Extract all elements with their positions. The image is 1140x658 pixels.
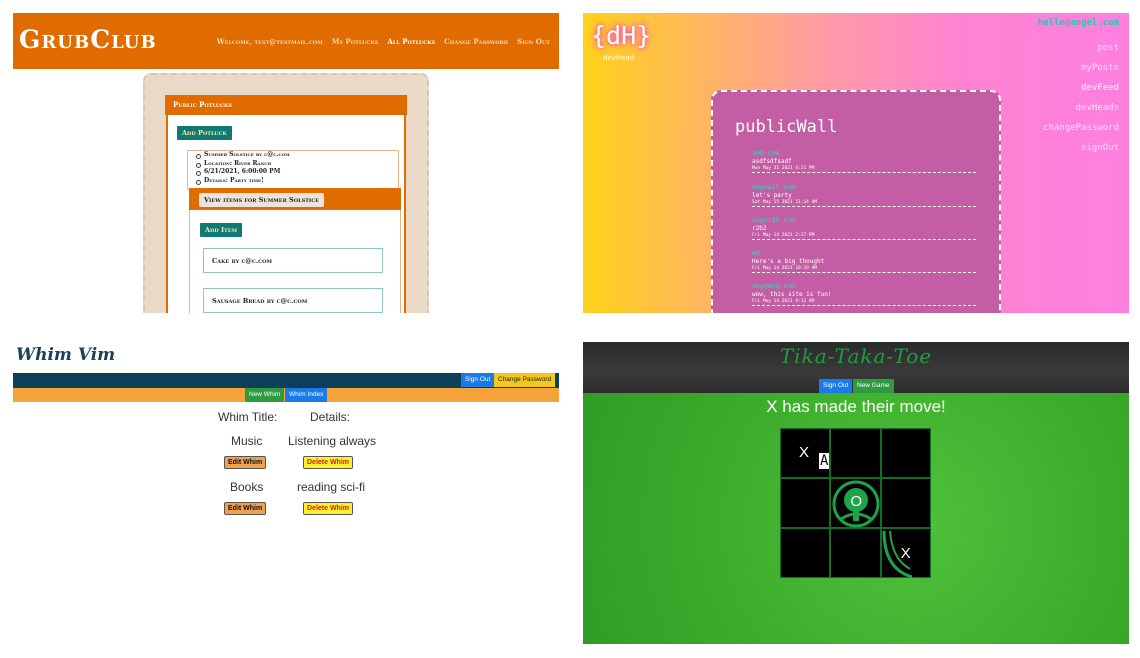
potluck-name: Summer Solstice by c@c.com bbox=[188, 151, 398, 160]
menu-change-password[interactable]: changePassword bbox=[1043, 118, 1119, 138]
nav-all-potlucks[interactable]: All Potlucks bbox=[387, 37, 435, 46]
whimvim-title[interactable]: Whim Vim bbox=[16, 345, 115, 365]
top-navbar: Sign Out Change Password bbox=[13, 373, 559, 388]
edit-whim-button[interactable]: Edit Whim bbox=[224, 502, 267, 515]
delete-whim-button[interactable]: Delete Whim bbox=[303, 456, 354, 469]
post-author[interactable]: m@ bbox=[752, 249, 976, 258]
post-date: Fri May 14 2021 9:12 AM bbox=[752, 299, 815, 304]
post-date: Fri May 14 2021 2:27 PM bbox=[752, 233, 815, 238]
whim-details: Listening always bbox=[288, 434, 377, 448]
whim-title: Music bbox=[231, 434, 263, 448]
public-wall-title: publicWall bbox=[735, 117, 838, 137]
board-square-1[interactable]: X A bbox=[780, 428, 831, 478]
post-text: let's party bbox=[752, 192, 792, 199]
wall-post: dog@dog.com wow, this site is fun! Fri M… bbox=[752, 282, 976, 306]
menu-dev-feed[interactable]: devFeed bbox=[1043, 78, 1119, 98]
sub-navbar: New Whim Whim Index bbox=[13, 388, 559, 402]
game-title: Tika-Taka-Toe bbox=[779, 344, 933, 368]
wall-post: m@ Here's a big thought Fri May 14 2021 … bbox=[752, 249, 976, 273]
sign-out-button[interactable]: Sign Out bbox=[461, 373, 495, 387]
post-author[interactable]: angel@h.com bbox=[752, 216, 976, 225]
board-square-2[interactable] bbox=[830, 428, 881, 478]
post-text: Here's a big thought bbox=[752, 258, 825, 265]
whimvim-panel: Whim Vim Sign Out Change Password New Wh… bbox=[13, 340, 559, 650]
board-square-9[interactable]: X bbox=[880, 528, 931, 579]
potluck-datetime: 6/21/2021, 6:00:00 PM bbox=[188, 168, 398, 177]
post-text: wow, this site is fun! bbox=[752, 291, 832, 298]
tictactoe-panel: Tika-Taka-Toe Sign Out New Game X has ma… bbox=[583, 342, 1129, 644]
board-square-8[interactable] bbox=[830, 528, 881, 578]
potluck-description: Details: Party time! bbox=[188, 177, 398, 186]
new-game-button[interactable]: New Game bbox=[853, 379, 894, 393]
nav-change-password[interactable]: Change Password bbox=[444, 37, 508, 46]
board-square-5[interactable]: O bbox=[830, 478, 881, 528]
wall-post: h@gmail.com let's party Sat May 15 2021 … bbox=[752, 183, 976, 207]
post-text: asdfsdfsadf bbox=[752, 158, 792, 165]
whim-index-button[interactable]: Whim Index bbox=[285, 388, 328, 402]
nav-welcome: Welcome, test@testmail.com bbox=[216, 37, 323, 46]
menu-sign-out[interactable]: signOut bbox=[1043, 138, 1119, 158]
devhead-logo-subtitle: devHead bbox=[603, 54, 635, 62]
board-square-3[interactable] bbox=[880, 428, 931, 478]
grubclub-header: GrubClub Welcome, test@testmail.com My P… bbox=[13, 13, 559, 69]
view-items-button[interactable]: View items for Summer Solstice bbox=[199, 193, 325, 207]
devhead-logo[interactable]: {dH} bbox=[591, 21, 651, 50]
game-status-message: X has made their move! bbox=[766, 397, 946, 416]
grubclub-panel: GrubClub Welcome, test@testmail.com My P… bbox=[13, 13, 559, 313]
square-mark: X bbox=[900, 545, 911, 562]
edit-whim-button[interactable]: Edit Whim bbox=[224, 456, 267, 469]
post-date: Mon May 31 2021 4:21 PM bbox=[752, 166, 815, 171]
whim-details: reading sci-fi bbox=[297, 480, 366, 494]
add-item-button[interactable]: Add Item bbox=[200, 223, 243, 237]
nav-my-potlucks[interactable]: My Potlucks bbox=[332, 37, 379, 46]
post-author[interactable]: a@b.com bbox=[752, 149, 976, 158]
board-square-6[interactable] bbox=[880, 478, 931, 528]
game-header: Tika-Taka-Toe Sign Out New Game bbox=[583, 342, 1129, 393]
square-mark: X bbox=[799, 444, 810, 461]
post-date: Fri May 14 2021 10:19 AM bbox=[752, 266, 818, 271]
sign-out-button[interactable]: Sign Out bbox=[819, 379, 853, 393]
post-date: Sat May 15 2021 11:14 AM bbox=[752, 200, 818, 205]
grubclub-nav: Welcome, test@testmail.com My Potlucks A… bbox=[217, 37, 550, 46]
potluck-details-list: Summer Solstice by c@c.com Location: Riv… bbox=[187, 150, 399, 190]
devhead-menu: post myPosts devFeed devHeads changePass… bbox=[1043, 38, 1119, 158]
new-whim-button[interactable]: New Whim bbox=[245, 388, 285, 402]
column-header-details: Details: bbox=[310, 410, 351, 424]
whim-title: Books bbox=[230, 480, 264, 494]
menu-dev-heads[interactable]: devHeads bbox=[1043, 98, 1119, 118]
devhead-panel: {dH} devHead hello@angel.com post myPost… bbox=[583, 13, 1129, 313]
app-logo-icon: A bbox=[819, 453, 830, 469]
potluck-card-title: Public Potlucks bbox=[173, 100, 232, 109]
wall-post: a@b.com asdfsdfsadf Mon May 31 2021 4:21… bbox=[752, 149, 976, 173]
delete-whim-button[interactable]: Delete Whim bbox=[303, 502, 354, 515]
add-potluck-button[interactable]: Add Potluck bbox=[177, 126, 232, 140]
nav-sign-out[interactable]: Sign Out bbox=[517, 37, 550, 46]
user-email: hello@angel.com bbox=[1037, 18, 1119, 28]
wall-post: angel@h.com r2b2 Fri May 14 2021 2:27 PM bbox=[752, 216, 976, 240]
square-mark: O bbox=[850, 493, 862, 510]
change-password-button[interactable]: Change Password bbox=[494, 373, 556, 387]
potluck-item[interactable]: Cake by c@c.com bbox=[203, 248, 383, 273]
grubclub-logo[interactable]: GrubClub bbox=[19, 25, 157, 54]
column-header-title: Whim Title: bbox=[218, 410, 278, 424]
potluck-location: Location: River Ranch bbox=[188, 160, 398, 169]
post-text: r2b2 bbox=[752, 225, 767, 232]
board-square-4[interactable] bbox=[780, 478, 831, 528]
post-author[interactable]: h@gmail.com bbox=[752, 183, 976, 192]
menu-my-posts[interactable]: myPosts bbox=[1043, 58, 1119, 78]
board-square-7[interactable] bbox=[780, 528, 831, 578]
menu-post[interactable]: post bbox=[1043, 38, 1119, 58]
potluck-card-header: Public Potlucks bbox=[165, 95, 407, 115]
game-board: X A O X bbox=[780, 428, 931, 579]
potluck-item[interactable]: Sausage Bread by c@c.com bbox=[203, 288, 383, 313]
post-author[interactable]: dog@dog.com bbox=[752, 282, 976, 291]
